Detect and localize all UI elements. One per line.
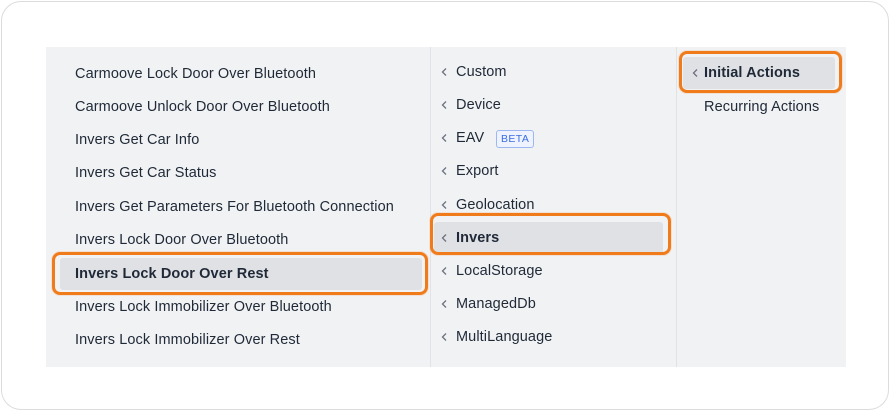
category-item-label: MultiLanguage bbox=[456, 329, 553, 345]
action-item-label: Carmoove Lock Door Over Bluetooth bbox=[75, 66, 317, 82]
actions-column: Carmoove Lock Door Over Bluetooth Carmoo… bbox=[46, 47, 431, 367]
category-item-label: EAV bbox=[456, 130, 485, 146]
category-item-export[interactable]: Export bbox=[439, 155, 667, 187]
category-item-localstorage[interactable]: LocalStorage bbox=[439, 255, 667, 287]
category-item-label: ManagedDb bbox=[456, 296, 536, 312]
action-item-label: Invers Get Car Info bbox=[75, 132, 200, 148]
chevron-left-icon bbox=[439, 222, 451, 254]
action-item-label: Invers Get Car Status bbox=[75, 165, 217, 181]
category-item-multilanguage[interactable]: MultiLanguage bbox=[439, 321, 667, 353]
action-type-initial[interactable]: Initial Actions bbox=[683, 57, 835, 89]
category-item-custom[interactable]: Custom bbox=[439, 56, 667, 88]
category-item-label: LocalStorage bbox=[456, 263, 543, 279]
category-item-invers[interactable]: Invers bbox=[434, 222, 663, 254]
action-item-label: Carmoove Unlock Door Over Bluetooth bbox=[75, 99, 330, 115]
action-item-invers-get-car-info[interactable]: Invers Get Car Info bbox=[75, 124, 199, 156]
category-item-device[interactable]: Device bbox=[439, 89, 667, 121]
action-types-column: Initial Actions Recurring Actions bbox=[677, 47, 846, 367]
action-item-invers-lock-door-rest[interactable]: Invers Lock Door Over Rest bbox=[60, 258, 422, 290]
action-item-label: Invers Lock Door Over Rest bbox=[75, 266, 269, 282]
category-item-label: Invers bbox=[456, 230, 500, 246]
beta-badge: BETA bbox=[496, 130, 535, 148]
action-item-label: Invers Lock Immobilizer Over Bluetooth bbox=[75, 299, 332, 315]
action-item-label: Invers Lock Door Over Bluetooth bbox=[75, 232, 289, 248]
category-item-geolocation[interactable]: Geolocation bbox=[439, 189, 667, 221]
category-item-label: Export bbox=[456, 163, 499, 179]
action-item-carmoove-lock-door-bt[interactable]: Carmoove Lock Door Over Bluetooth bbox=[75, 58, 316, 90]
chevron-left-icon bbox=[439, 189, 451, 221]
category-item-label: Custom bbox=[456, 64, 507, 80]
category-item-eav[interactable]: EAV BETA bbox=[439, 122, 667, 154]
category-item-manageddb[interactable]: ManagedDb bbox=[439, 288, 667, 320]
chevron-left-icon bbox=[439, 89, 451, 121]
action-item-carmoove-unlock-door-bt[interactable]: Carmoove Unlock Door Over Bluetooth bbox=[75, 91, 330, 123]
action-item-invers-lock-door-bt[interactable]: Invers Lock Door Over Bluetooth bbox=[75, 224, 288, 256]
action-type-label: Initial Actions bbox=[704, 65, 801, 81]
action-item-invers-lock-immobilizer-rest[interactable]: Invers Lock Immobilizer Over Rest bbox=[75, 324, 300, 356]
action-type-label: Recurring Actions bbox=[704, 99, 820, 115]
category-item-label: Device bbox=[456, 97, 501, 113]
chevron-left-icon bbox=[439, 122, 451, 154]
action-picker-panel: Carmoove Lock Door Over Bluetooth Carmoo… bbox=[46, 47, 846, 367]
action-item-invers-lock-immobilizer-bt[interactable]: Invers Lock Immobilizer Over Bluetooth bbox=[75, 291, 332, 323]
chevron-left-icon bbox=[439, 255, 451, 287]
chevron-left-icon bbox=[439, 288, 451, 320]
category-item-label: Geolocation bbox=[456, 197, 535, 213]
action-item-invers-get-params-bt[interactable]: Invers Get Parameters For Bluetooth Conn… bbox=[75, 191, 394, 223]
action-type-recurring[interactable]: Recurring Actions bbox=[683, 91, 835, 123]
chevron-left-icon bbox=[439, 321, 451, 353]
chevron-left-icon bbox=[439, 155, 451, 187]
action-item-invers-get-car-status[interactable]: Invers Get Car Status bbox=[75, 157, 217, 189]
categories-column: Custom Device EAV BETA Export Geolocatio… bbox=[431, 47, 677, 367]
action-item-label: Invers Lock Immobilizer Over Rest bbox=[75, 332, 300, 348]
chevron-left-icon bbox=[690, 57, 702, 89]
action-item-label: Invers Get Parameters For Bluetooth Conn… bbox=[75, 199, 394, 215]
chevron-left-icon bbox=[439, 56, 451, 88]
